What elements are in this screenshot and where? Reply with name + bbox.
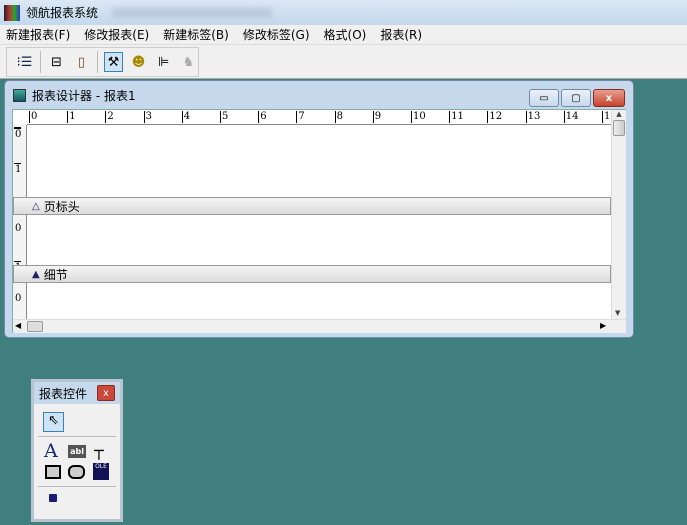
ruler-tick: 0 xyxy=(15,223,22,234)
toolbox-close-button[interactable]: x xyxy=(97,385,115,401)
ruler-tick: 0 xyxy=(14,127,22,140)
divider xyxy=(38,436,116,437)
ruler-tick: 11 xyxy=(449,111,464,123)
minimize-button[interactable]: ▭ xyxy=(529,89,559,107)
line-icon[interactable]: ┬ xyxy=(94,441,104,460)
field-icon[interactable]: abl xyxy=(68,445,86,458)
ruler-tick: 5 xyxy=(220,111,229,123)
scroll-thumb[interactable] xyxy=(27,321,43,332)
triangle-up-filled-icon: ▲ xyxy=(32,268,40,280)
report-controls-toolbox: 报表控件 x ⇖ A abl ┬ OLE xyxy=(31,379,123,522)
field-list-icon[interactable]: ⁝☰ xyxy=(15,52,34,72)
band-detail[interactable]: ▲ 细节 xyxy=(13,265,611,283)
vertical-ruler: 0 1 0 1 0 xyxy=(13,125,27,319)
ruler-tick: 12 xyxy=(487,111,503,123)
menu-new-label[interactable]: 新建标签(B) xyxy=(163,26,229,43)
page-icon[interactable]: ▯ xyxy=(72,52,91,72)
ruler-tick: 1 xyxy=(14,163,22,175)
ruler-tick: 8 xyxy=(334,111,343,123)
app-titlebar: 领航报表系统 xyxy=(0,0,687,25)
ruler-tick: 14 xyxy=(563,111,579,123)
menu-format[interactable]: 格式(O) xyxy=(324,26,367,43)
label-icon[interactable]: A xyxy=(44,440,58,462)
horizontal-scrollbar[interactable]: ◀ ▶ xyxy=(13,319,626,333)
triangle-up-outline-icon: △ xyxy=(32,200,40,212)
designer-title: 报表设计器 - 报表1 xyxy=(32,89,136,103)
menu-report[interactable]: 报表(R) xyxy=(380,26,422,43)
designer-canvas[interactable]: 0123456789101112131415 0 1 0 1 0 △ 页标头 ▲… xyxy=(12,109,626,333)
menu-bar: 新建报表(F) 修改报表(E) 新建标签(B) 修改标签(G) 格式(O) 报表… xyxy=(0,25,687,45)
menu-edit-report[interactable]: 修改报表(E) xyxy=(84,26,149,43)
divider xyxy=(96,51,98,73)
toolbox-icon[interactable]: ⚒ xyxy=(103,52,123,72)
disabled-tool-icon: ♞ xyxy=(182,54,195,70)
maximize-button[interactable]: ▢ xyxy=(561,89,591,107)
band-label: 页标头 xyxy=(43,199,80,214)
ole-picture-icon[interactable]: OLE xyxy=(93,463,109,480)
blurred-title xyxy=(112,7,273,18)
horizontal-ruler: 0123456789101112131415 xyxy=(27,110,617,125)
ruler-tick: 9 xyxy=(372,111,382,123)
data-environment-icon[interactable]: ⊟ xyxy=(47,52,66,72)
ruler-tick: 2 xyxy=(105,111,114,123)
divider xyxy=(40,51,41,73)
band-page-header[interactable]: △ 页标头 xyxy=(13,197,611,215)
ruler-tick: 7 xyxy=(296,111,305,123)
ruler-tick: 1 xyxy=(67,111,76,123)
vertical-scrollbar[interactable]: ▲ ▼ xyxy=(611,110,626,319)
divider xyxy=(38,486,116,487)
ruler-tick: 13 xyxy=(525,111,541,123)
ruler-tick: 3 xyxy=(143,111,152,123)
lock-icon[interactable] xyxy=(49,494,57,502)
rectangle-icon[interactable] xyxy=(45,465,61,479)
ruler-tick: 10 xyxy=(411,111,426,123)
ruler-tick: 0 xyxy=(15,293,22,304)
designer-icon xyxy=(13,89,26,102)
toolbar: ⁝☰ ⊟ ▯ ⚒ ☻ ⊫ ♞ xyxy=(0,45,687,79)
menu-edit-label[interactable]: 修改标签(G) xyxy=(243,26,310,43)
ruler-tick: 0 xyxy=(29,111,38,123)
menu-new-report[interactable]: 新建报表(F) xyxy=(6,26,70,43)
app-title: 领航报表系统 xyxy=(26,6,99,20)
scroll-thumb[interactable] xyxy=(613,120,625,136)
layout-icon[interactable]: ⊫ xyxy=(154,52,173,72)
report-designer-window: 报表设计器 - 报表1 ▭ ▢ x 0123456789101112131415… xyxy=(4,80,634,338)
ruler-tick: 4 xyxy=(181,111,191,123)
palette-icon[interactable]: ☻ xyxy=(129,52,148,72)
app-icon xyxy=(4,4,20,21)
pointer-icon[interactable]: ⇖ xyxy=(43,412,64,432)
close-button[interactable]: x xyxy=(593,89,625,107)
toolbox-title: 报表控件 xyxy=(39,386,88,401)
rounded-rectangle-icon[interactable] xyxy=(68,465,85,479)
ruler-tick: 6 xyxy=(258,111,267,123)
band-label: 细节 xyxy=(43,267,68,282)
